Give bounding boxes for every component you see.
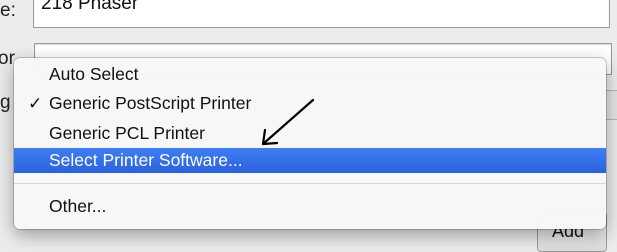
- menu-item-label: Auto Select: [49, 64, 139, 84]
- menu-item-auto-select[interactable]: Auto Select: [14, 62, 606, 87]
- menu-separator: [14, 183, 606, 184]
- menu-item-label: Generic PostScript Printer: [49, 93, 252, 113]
- menu-item-label: Select Printer Software...: [49, 150, 243, 170]
- name-field-value: 218 Phaser: [41, 0, 139, 14]
- checkmark-icon: ✓: [28, 94, 43, 113]
- name-field-label: e:: [0, 0, 16, 21]
- name-field[interactable]: 218 Phaser: [33, 0, 610, 28]
- location-field-label: or: [0, 48, 15, 69]
- annotation-arrow-icon: [261, 98, 315, 146]
- menu-item-label: Other...: [49, 196, 107, 216]
- menu-item-label: Generic PCL Printer: [49, 123, 205, 143]
- menu-item-other[interactable]: Other...: [14, 194, 606, 219]
- use-field-label: g: [0, 92, 11, 113]
